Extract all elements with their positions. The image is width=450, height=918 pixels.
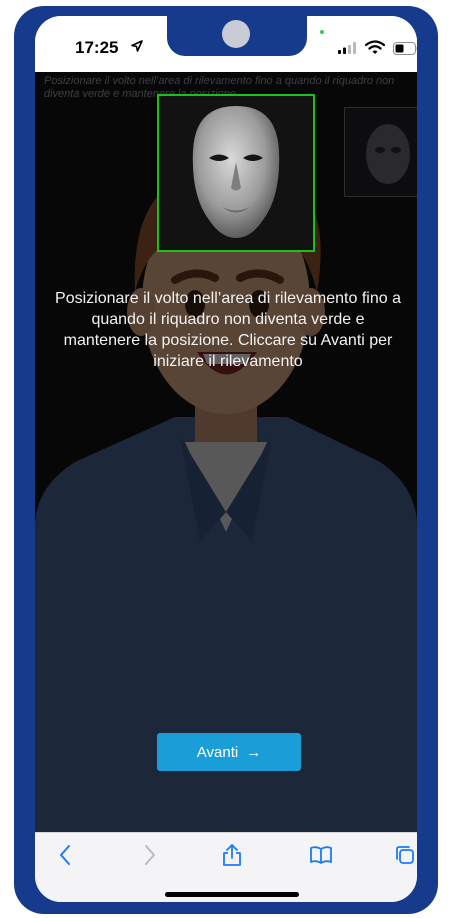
bookmarks-button[interactable] bbox=[301, 841, 341, 869]
arrow-right-icon: → bbox=[246, 743, 262, 761]
share-icon bbox=[223, 844, 241, 866]
tabs-button[interactable] bbox=[385, 841, 417, 869]
battery-icon bbox=[393, 42, 417, 55]
privacy-indicator-icon bbox=[320, 30, 324, 34]
next-button[interactable]: Avanti → bbox=[157, 733, 301, 771]
face-mask-icon bbox=[192, 106, 280, 238]
forward-button[interactable] bbox=[130, 841, 170, 869]
tabs-icon bbox=[396, 846, 414, 864]
face-mask-thumbnail-icon bbox=[366, 124, 410, 184]
wifi-icon bbox=[365, 40, 385, 54]
cellular-signal-icon bbox=[338, 42, 356, 54]
next-button-label: Avanti bbox=[196, 743, 239, 761]
status-time: 17:25 bbox=[75, 38, 119, 57]
home-indicator[interactable] bbox=[165, 892, 299, 897]
detection-frame bbox=[157, 94, 315, 252]
instruction-text: Posizionare il volto nell’area di rileva… bbox=[55, 290, 401, 370]
status-bar: 17:25 bbox=[35, 16, 417, 72]
bookmarks-icon bbox=[310, 846, 332, 864]
secondary-face-preview bbox=[344, 107, 417, 197]
share-button[interactable] bbox=[212, 841, 252, 869]
forward-icon bbox=[145, 845, 155, 865]
face-capture-view: Posizionare il volto nell’area di rileva… bbox=[35, 72, 417, 832]
phone-screen: 17:25 Posizionare il volto nell’area di … bbox=[35, 16, 417, 902]
camera-icon bbox=[222, 20, 250, 48]
location-arrow-icon bbox=[131, 40, 143, 52]
back-button[interactable] bbox=[45, 841, 85, 869]
browser-toolbar bbox=[35, 832, 417, 902]
camera-notch bbox=[167, 16, 307, 56]
back-icon bbox=[60, 845, 70, 865]
